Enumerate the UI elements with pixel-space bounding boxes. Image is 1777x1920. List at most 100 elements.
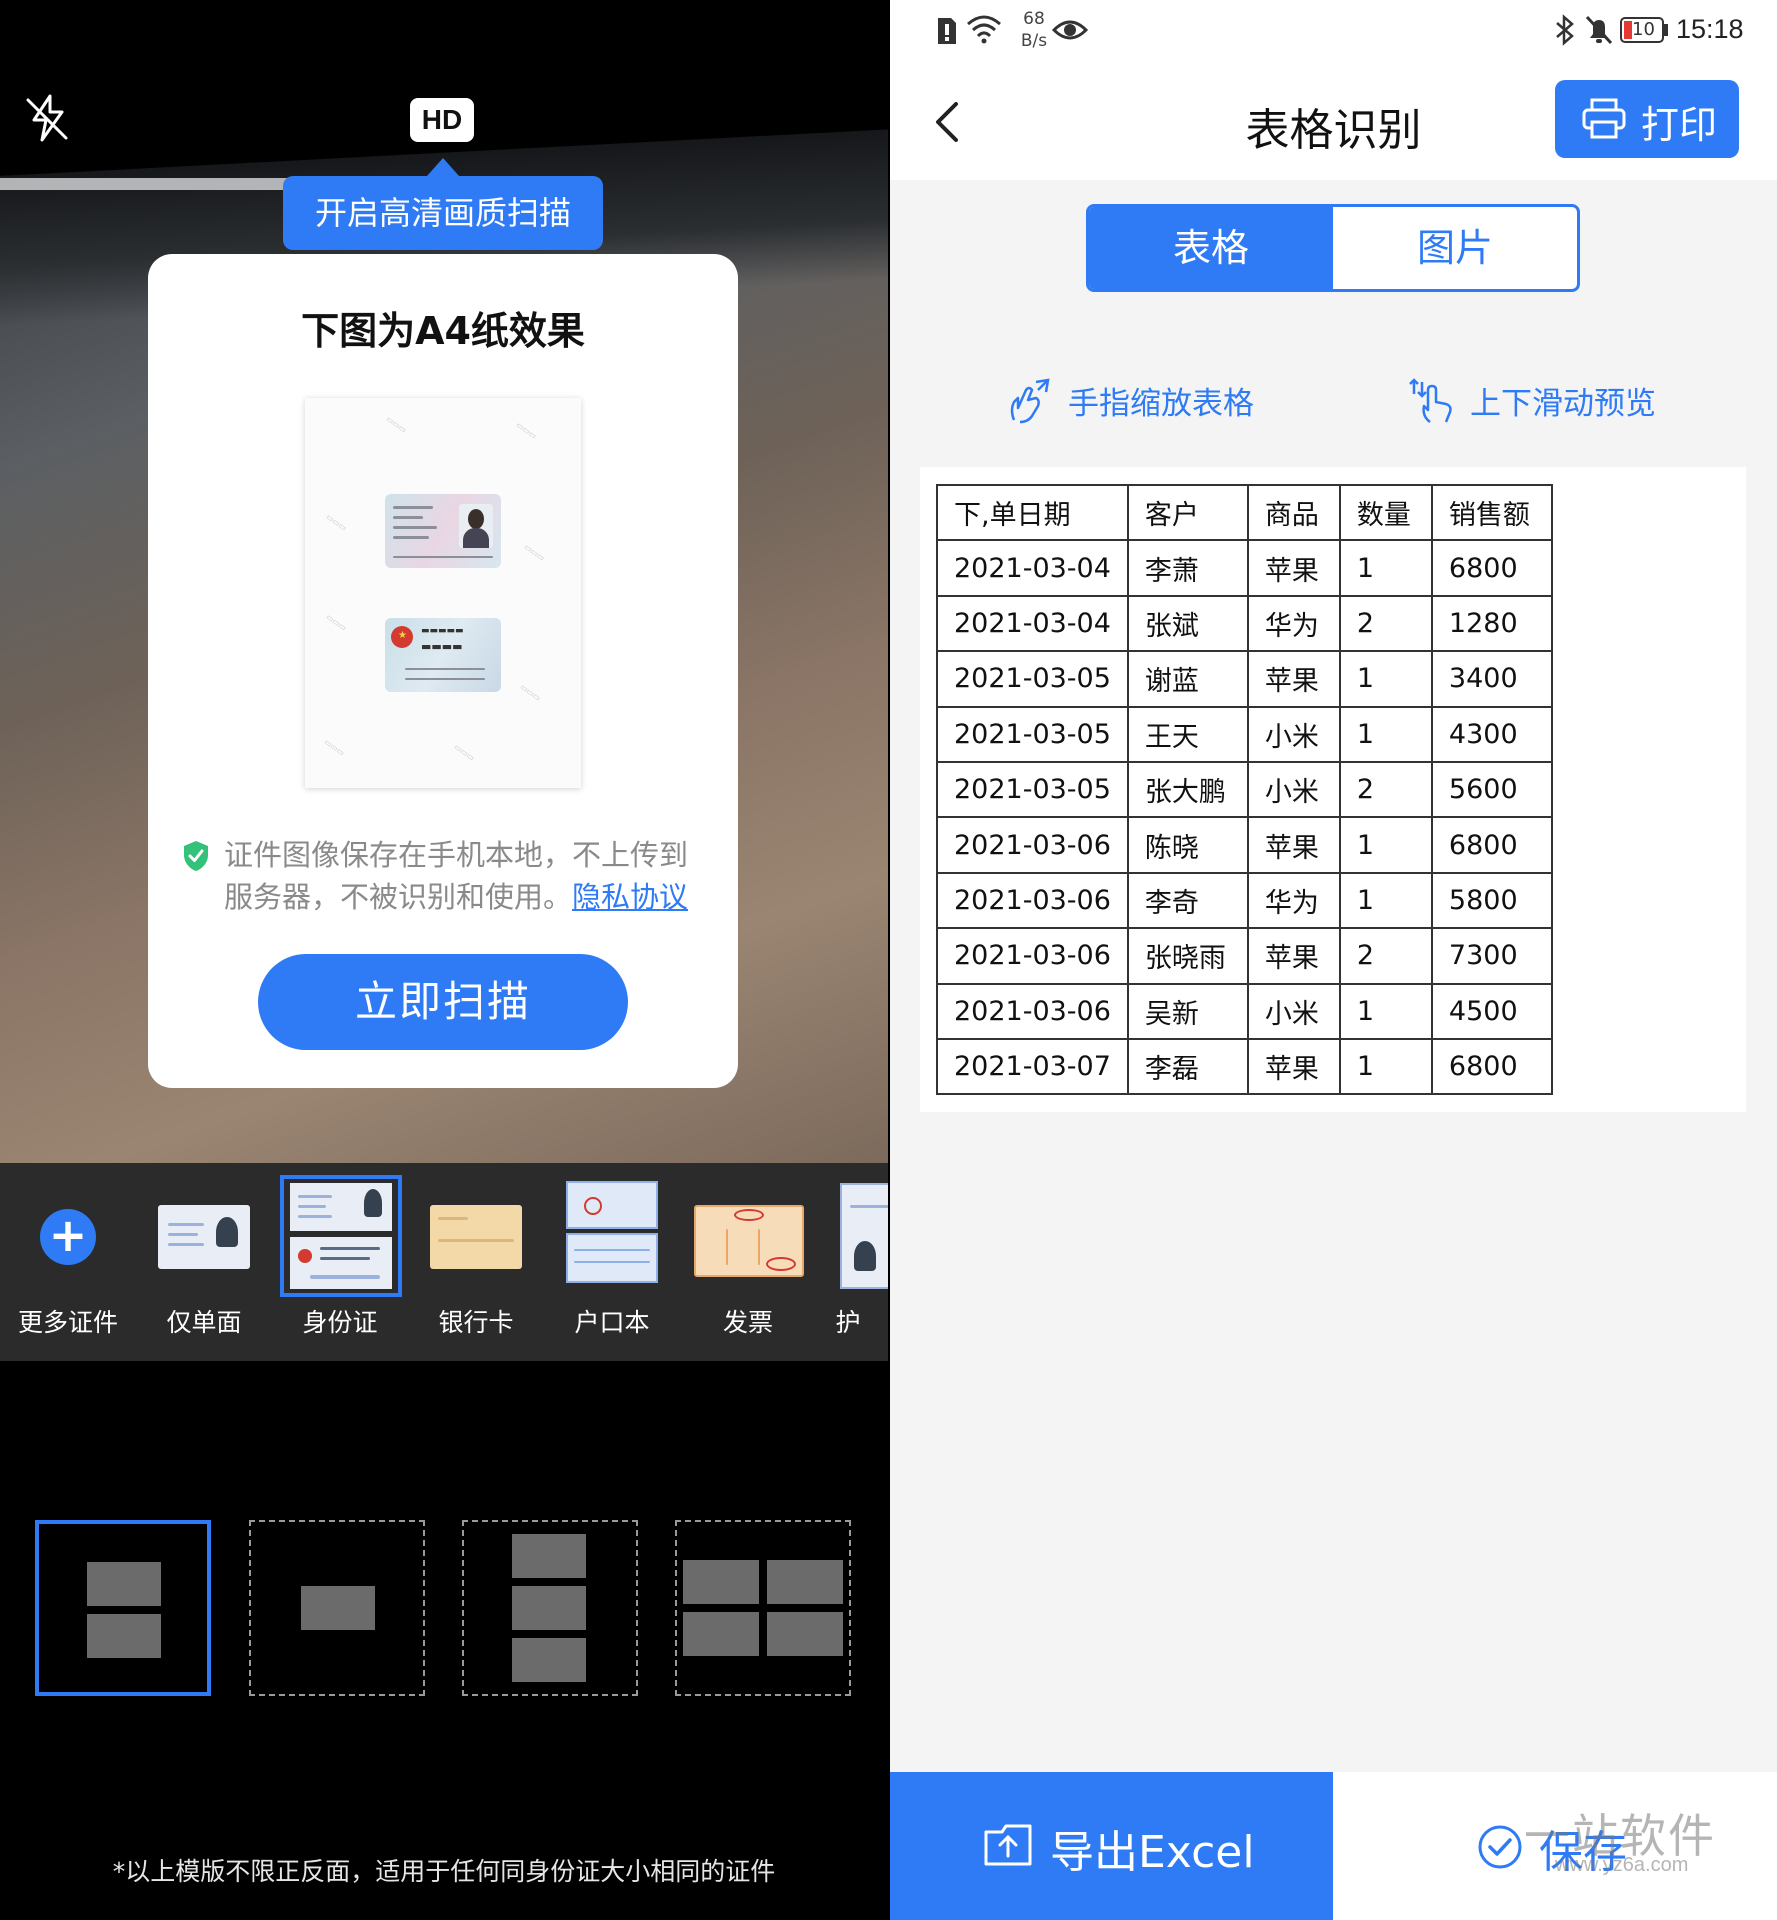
table-row: 2021-03-05 王天 小米 1 4300 [936, 705, 1553, 763]
doc-type-bank-card[interactable]: 银行卡 [408, 1163, 544, 1361]
tab-image[interactable]: 图片 [1333, 207, 1577, 289]
invoice-seal-top [734, 1209, 764, 1221]
table-cell: 李奇 [1126, 871, 1249, 930]
card-line [438, 1217, 468, 1220]
layout-block [512, 1638, 586, 1682]
table-cell: 2021-03-04 [936, 539, 1129, 597]
doc-type-single-side[interactable]: 仅单面 [136, 1163, 272, 1361]
doc-type-more[interactable]: + 更多证件 [0, 1163, 136, 1361]
layout-three-stacked[interactable] [462, 1520, 638, 1696]
sim-alert-icon [938, 18, 956, 44]
single-side-card-icon [158, 1205, 250, 1269]
hd-tooltip[interactable]: 开启高清画质扫描 [283, 176, 603, 250]
bluetooth-icon [1556, 14, 1574, 46]
table-row: 2021-03-06 张晓雨 苹果 2 7300 [936, 927, 1553, 985]
export-excel-button[interactable]: 导出Excel [890, 1772, 1333, 1920]
layout-single[interactable] [249, 1520, 425, 1696]
table-cell: 1280 [1430, 594, 1553, 653]
table-row: 2021-03-04 张斌 华为 2 1280 [936, 594, 1553, 653]
table-cell: 1 [1338, 871, 1433, 930]
table-row: 2021-03-04 李萧 苹果 1 6800 [936, 539, 1553, 597]
table-cell: 7300 [1430, 927, 1553, 985]
table-cell: 2 [1338, 927, 1433, 985]
portrait-icon [364, 1189, 382, 1217]
doc-type-label: 更多证件 [17, 1308, 118, 1337]
stamp-icon [584, 1197, 602, 1215]
hd-toggle-button[interactable]: HD [410, 98, 474, 142]
net-speed-value: 68 [1023, 9, 1045, 29]
layout-block [87, 1562, 161, 1606]
tab-table[interactable]: 表格 [1089, 207, 1333, 289]
scan-now-button[interactable]: 立即扫描 [258, 954, 628, 1050]
table-cell: 商品 [1246, 483, 1341, 542]
table-cell: 5800 [1430, 871, 1553, 930]
table-cell: 1 [1338, 539, 1433, 597]
template-note: *以上模版不限正反面，适用于任何同身份证大小相同的证件 [112, 1857, 776, 1886]
battery-icon: 10 [1620, 17, 1664, 43]
privacy-agreement-link[interactable]: 隐私协议 [572, 880, 688, 914]
popup-title: 下图为A4纸效果 [301, 309, 585, 353]
watermark-mark: ▭▭▭ [518, 682, 543, 703]
card-line [320, 1247, 380, 1250]
doc-type-household-register[interactable]: 户口本 [544, 1163, 680, 1361]
swipe-vertical-icon [1409, 378, 1452, 423]
watermark-mark: ▭▭▭ [322, 737, 347, 758]
table-cell: 张斌 [1126, 594, 1249, 653]
layout-block [767, 1560, 843, 1604]
hint-pinch-zoom: 手指缩放表格 [1068, 386, 1254, 422]
net-speed: 68 B/s [1014, 8, 1054, 52]
doc-type-label: 银行卡 [438, 1308, 514, 1337]
table-cell: 5600 [1430, 760, 1553, 819]
card-line [320, 1257, 370, 1260]
selected-frame [280, 1175, 402, 1297]
id-back-subtitle-mark: ▬▬▬▬ [421, 640, 463, 653]
table-cell: 王天 [1126, 705, 1249, 763]
layout-block [683, 1612, 759, 1656]
table-cell: 6800 [1430, 1037, 1553, 1096]
doc-type-label: 护 [835, 1308, 861, 1337]
portrait-icon [216, 1217, 238, 1247]
wifi-icon [967, 15, 1001, 44]
recognized-table[interactable]: 下,单日期 客户 商品 数量 销售额 2021-03-04 李萧 苹果 1 6800 2021-03… [936, 483, 1553, 1096]
mute-bell-icon [1585, 15, 1613, 45]
id-text-line [393, 536, 429, 539]
watermark-mark: ▭▭▭ [324, 512, 349, 533]
portrait-body [463, 528, 489, 548]
table-cell: 李磊 [1126, 1037, 1249, 1096]
document-type-bar: + 更多证件 仅单面 身份证 银行卡 户口本 发票 护 [0, 1163, 888, 1361]
print-button[interactable]: 打印 [1555, 80, 1739, 158]
household-register-top-icon [566, 1181, 658, 1229]
shield-check-icon [184, 841, 208, 871]
table-row: 2021-03-05 谢蓝 苹果 1 3400 [936, 650, 1553, 708]
layout-block [87, 1614, 161, 1658]
layout-block [767, 1612, 843, 1656]
table-cell: 2021-03-06 [936, 871, 1129, 930]
eye-icon [1052, 20, 1088, 40]
layout-four-grid[interactable] [675, 1520, 851, 1696]
export-excel-label: 导出Excel [1050, 1827, 1255, 1878]
id-text-line [405, 668, 485, 670]
doc-type-label: 仅单面 [166, 1308, 242, 1337]
table-cell: 华为 [1246, 594, 1341, 653]
hd-tooltip-arrow [427, 158, 459, 176]
doc-type-id-card[interactable]: 身份证 [272, 1163, 408, 1361]
battery-percent: 10 [1632, 19, 1655, 40]
card-line [574, 1261, 650, 1263]
doc-type-passport[interactable]: 护 [816, 1163, 888, 1361]
table-header-row: 下,单日期 客户 商品 数量 销售额 [936, 483, 1553, 542]
table-cell: 华为 [1246, 871, 1341, 930]
table-cell: 小米 [1246, 705, 1341, 763]
doc-type-label: 户口本 [574, 1308, 650, 1337]
flash-off-icon[interactable] [22, 92, 74, 144]
portrait-head [468, 509, 484, 529]
plus-icon: + [40, 1209, 96, 1265]
table-cell: 苹果 [1246, 816, 1341, 874]
pinch-zoom-icon [1010, 378, 1050, 424]
camera-preview-highlight [0, 178, 300, 190]
printer-icon [1582, 98, 1626, 139]
table-cell: 吴新 [1126, 982, 1249, 1040]
table-cell: 1 [1338, 816, 1433, 874]
layout-two-stacked[interactable] [35, 1520, 211, 1696]
table-cell: 2021-03-06 [936, 982, 1129, 1040]
table-cell: 陈晓 [1126, 816, 1249, 874]
